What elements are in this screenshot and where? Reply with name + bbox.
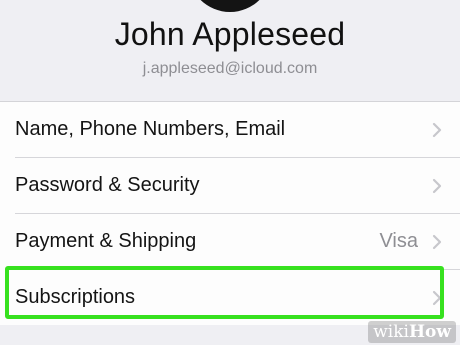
subscriptions-highlight: [5, 266, 444, 319]
avatar[interactable]: [188, 0, 272, 12]
row-label: Name, Phone Numbers, Email: [15, 118, 286, 140]
row-name-phone-email[interactable]: Name, Phone Numbers, Email: [0, 102, 460, 157]
watermark-how: How: [408, 322, 451, 342]
chevron-right-icon: [432, 234, 442, 250]
row-payment-shipping[interactable]: Payment & Shipping Visa: [0, 214, 460, 269]
wikihow-watermark: wikiHow: [368, 321, 456, 343]
row-label: Password & Security: [15, 174, 200, 196]
watermark-wiki: wiki: [373, 322, 409, 342]
chevron-right-icon: [432, 122, 442, 138]
profile-header: John Appleseed j.appleseed@icloud.com: [0, 0, 460, 100]
row-label: Payment & Shipping: [15, 230, 197, 252]
profile-email: j.appleseed@icloud.com: [142, 60, 318, 77]
payment-value: Visa: [379, 230, 418, 252]
row-password-security[interactable]: Password & Security: [0, 158, 460, 213]
profile-name: John Appleseed: [114, 16, 346, 52]
chevron-right-icon: [432, 178, 442, 194]
